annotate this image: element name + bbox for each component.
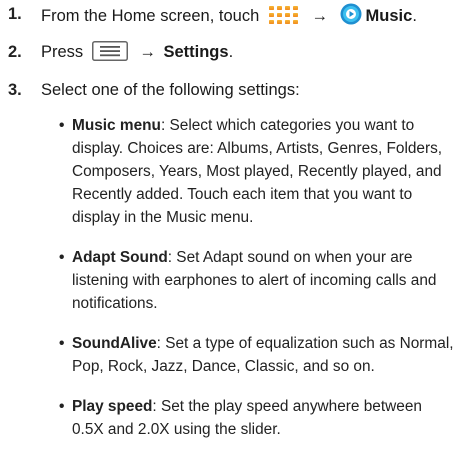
step-number: 2. [8, 43, 22, 61]
step-text-before: From the Home screen, touch [41, 7, 260, 25]
step-text-before: Press [41, 43, 84, 61]
step-text: Press → Settings. [41, 41, 233, 67]
app-name-music: Music [365, 7, 413, 25]
setting-term: SoundAlive [72, 335, 157, 352]
menu-key-icon [91, 41, 128, 67]
setting-description: Adapt Sound: Set Adapt sound on when you… [72, 249, 437, 312]
bullet-icon: • [59, 117, 65, 134]
step-number: 3. [8, 81, 22, 99]
setting-description: Play speed: Set the play speed anywhere … [72, 398, 422, 438]
arrow-icon: → [139, 43, 156, 61]
step-text-end: . [412, 7, 417, 25]
setting-term: Play speed [72, 398, 153, 415]
setting-description: Music menu: Select which categories you … [72, 117, 443, 226]
step-text: From the Home screen, touch → Music. [41, 3, 417, 31]
music-app-icon [340, 3, 362, 31]
instruction-page: 1. From the Home screen, touch → Music. … [0, 0, 472, 471]
settings-label: Settings [163, 43, 229, 61]
setting-term: Music menu [72, 117, 161, 134]
setting-description: SoundAlive: Set a type of equalization s… [72, 335, 454, 375]
bullet-icon: • [59, 249, 65, 266]
step-text: Select one of the following settings: [41, 81, 300, 99]
step-text-end: . [228, 43, 234, 61]
apps-grid-icon [268, 5, 300, 31]
arrow-icon: → [311, 7, 328, 25]
step-number: 1. [8, 5, 22, 23]
bullet-icon: • [59, 335, 65, 352]
bullet-icon: • [59, 398, 65, 415]
setting-term: Adapt Sound [72, 249, 168, 266]
